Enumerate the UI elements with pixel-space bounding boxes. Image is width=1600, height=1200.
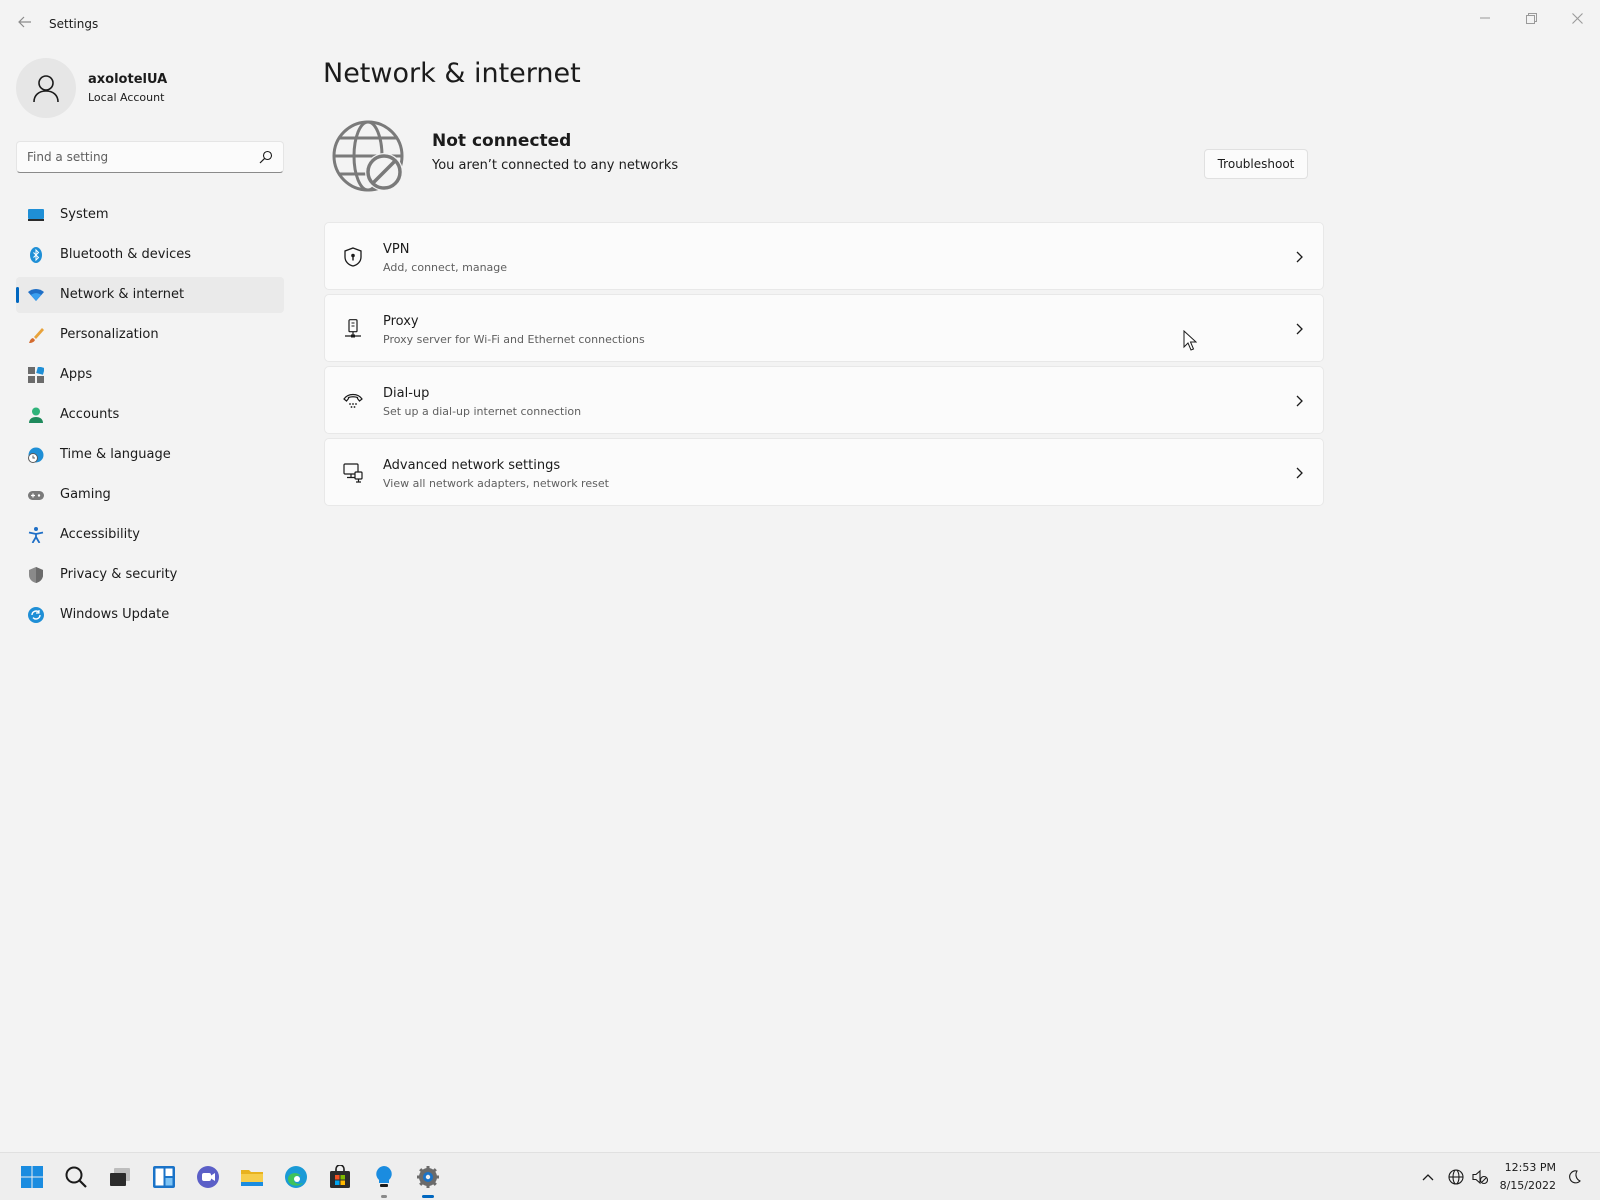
start-icon[interactable] [20, 1165, 44, 1189]
apps-icon [28, 367, 44, 383]
vpn-shield-icon [344, 247, 362, 267]
sidebar-item-system[interactable]: System [16, 197, 284, 233]
active-app-indicator [381, 1195, 387, 1198]
chevron-right-icon [1296, 251, 1303, 263]
advanced-network-icon [343, 463, 363, 483]
sidebar-item-label: Personalization [60, 327, 159, 342]
avatar[interactable] [16, 58, 76, 118]
minimize-icon[interactable] [1462, 4, 1508, 32]
card-subtitle: Set up a dial-up internet connection [383, 405, 582, 418]
sidebar-item-label: Accessibility [60, 527, 140, 542]
globe-blocked-icon [332, 120, 404, 192]
proxy-icon [345, 319, 361, 338]
accessibility-icon [28, 527, 44, 543]
sidebar-item-accounts[interactable]: Accounts [16, 397, 284, 433]
card-title: Proxy [383, 314, 419, 329]
sidebar-item-label: Windows Update [60, 607, 170, 622]
search-icon[interactable] [259, 150, 273, 164]
notifications-icon[interactable] [1566, 1169, 1582, 1185]
update-icon [28, 607, 44, 623]
network-globe-icon[interactable] [1448, 1169, 1464, 1185]
sidebar-item-accessibility[interactable]: Accessibility [16, 517, 284, 553]
sidebar-item-apps[interactable]: Apps [16, 357, 284, 393]
card-title: VPN [383, 242, 410, 257]
connection-status-description: You aren’t connected to any networks [432, 158, 679, 173]
taskbar: 12:53 PM 8/15/2022 [0, 1152, 1600, 1200]
taskbar-date[interactable]: 8/15/2022 [1496, 1179, 1556, 1192]
app-title: Settings [49, 17, 99, 31]
gamepad-icon [28, 491, 44, 500]
sidebar-item-personalization[interactable]: Personalization [16, 317, 284, 353]
edge-icon[interactable] [284, 1165, 308, 1189]
card-subtitle: Proxy server for Wi-Fi and Ethernet conn… [383, 333, 645, 346]
settings-icon[interactable] [416, 1165, 440, 1189]
store-icon[interactable] [328, 1165, 352, 1189]
system-icon [28, 209, 44, 221]
chevron-up-icon[interactable] [1420, 1169, 1436, 1185]
card-title: Dial-up [383, 386, 430, 401]
chevron-right-icon [1296, 467, 1303, 479]
sidebar-item-network[interactable]: Network & internet [16, 277, 284, 313]
card-subtitle: Add, connect, manage [383, 261, 508, 274]
sidebar-item-windows-update[interactable]: Windows Update [16, 597, 284, 633]
page-title: Network & internet [323, 58, 581, 89]
sidebar-item-label: Apps [60, 367, 93, 382]
task-view-icon[interactable] [108, 1165, 132, 1189]
tips-icon[interactable] [372, 1165, 396, 1189]
brush-icon [29, 328, 44, 343]
sidebar-item-label: System [60, 207, 109, 222]
proxy-card[interactable]: Proxy Proxy server for Wi-Fi and Etherne… [324, 294, 1324, 362]
sidebar-item-label: Bluetooth & devices [60, 247, 191, 262]
sidebar-item-label: Accounts [60, 407, 120, 422]
maximize-icon[interactable] [1508, 4, 1554, 32]
sidebar-item-label: Gaming [60, 487, 111, 502]
back-arrow-icon[interactable] [14, 13, 36, 35]
sidebar-item-label: Time & language [60, 447, 171, 462]
accounts-icon [29, 407, 43, 423]
sidebar-item-label: Privacy & security [60, 567, 178, 582]
chevron-right-icon [1296, 323, 1303, 335]
chevron-right-icon [1296, 395, 1303, 407]
title-bar: Settings [0, 0, 1600, 48]
sidebar-item-bluetooth[interactable]: Bluetooth & devices [16, 237, 284, 273]
search-icon[interactable] [64, 1165, 88, 1189]
sidebar-item-time-language[interactable]: Time & language [16, 437, 284, 473]
user-name: axolotelUA [88, 72, 168, 87]
taskbar-time[interactable]: 12:53 PM [1504, 1161, 1556, 1174]
focused-app-indicator [422, 1195, 434, 1198]
file-explorer-icon[interactable] [240, 1165, 264, 1189]
user-icon [33, 75, 59, 103]
sidebar-nav: System Bluetooth & devices Network & int… [16, 197, 284, 637]
troubleshoot-button[interactable]: Troubleshoot [1204, 149, 1308, 179]
close-icon[interactable] [1554, 4, 1600, 32]
sound-muted-icon[interactable] [1472, 1169, 1488, 1185]
advanced-network-settings-card[interactable]: Advanced network settings View all netwo… [324, 438, 1324, 506]
dialup-card[interactable]: Dial-up Set up a dial-up internet connec… [324, 366, 1324, 434]
sidebar-item-label: Network & internet [60, 287, 185, 302]
sidebar-item-privacy-security[interactable]: Privacy & security [16, 557, 284, 593]
card-title: Advanced network settings [383, 458, 561, 473]
chat-icon[interactable] [196, 1165, 220, 1189]
search-input[interactable] [27, 147, 247, 167]
connection-status-title: Not connected [432, 131, 572, 151]
vpn-card[interactable]: VPN Add, connect, manage [324, 222, 1324, 290]
globe-clock-icon [28, 447, 44, 463]
card-subtitle: View all network adapters, network reset [383, 477, 609, 490]
account-type: Local Account [88, 91, 165, 104]
wifi-icon [28, 289, 44, 301]
network-settings-list: VPN Add, connect, manage Proxy Proxy ser… [324, 222, 1324, 510]
shield-icon [29, 567, 43, 583]
search-box [16, 141, 284, 173]
widgets-icon[interactable] [152, 1165, 176, 1189]
sidebar-item-gaming[interactable]: Gaming [16, 477, 284, 513]
bluetooth-icon [30, 247, 42, 263]
dialup-icon [343, 393, 363, 408]
mouse-cursor-icon [1183, 330, 1197, 351]
